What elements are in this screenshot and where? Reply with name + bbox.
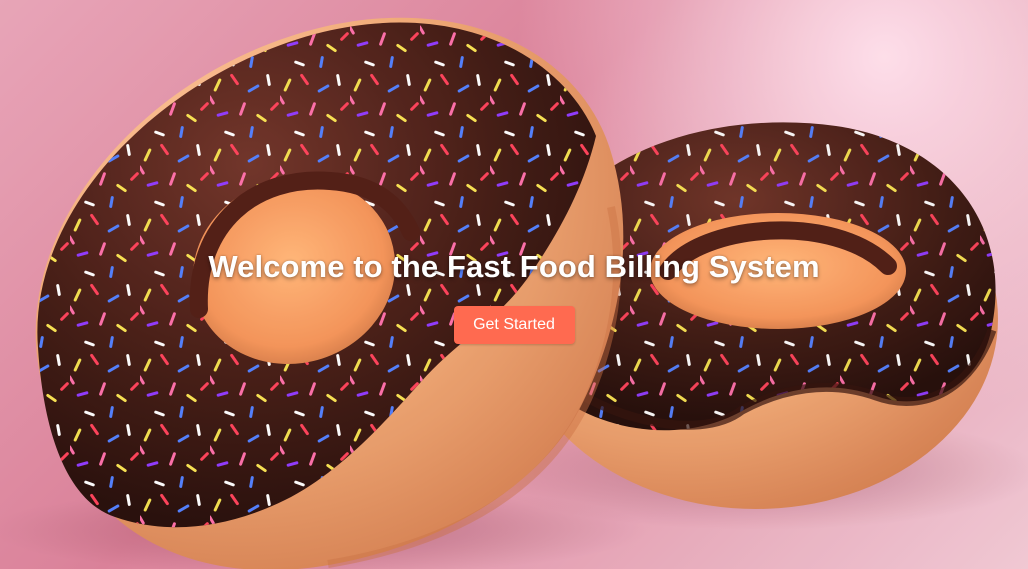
page-title: Welcome to the Fast Food Billing System [208, 249, 820, 284]
hero-content: Welcome to the Fast Food Billing System … [0, 248, 1028, 345]
hero-section: Welcome to the Fast Food Billing System … [0, 0, 1028, 569]
get-started-button[interactable]: Get Started [453, 306, 575, 345]
